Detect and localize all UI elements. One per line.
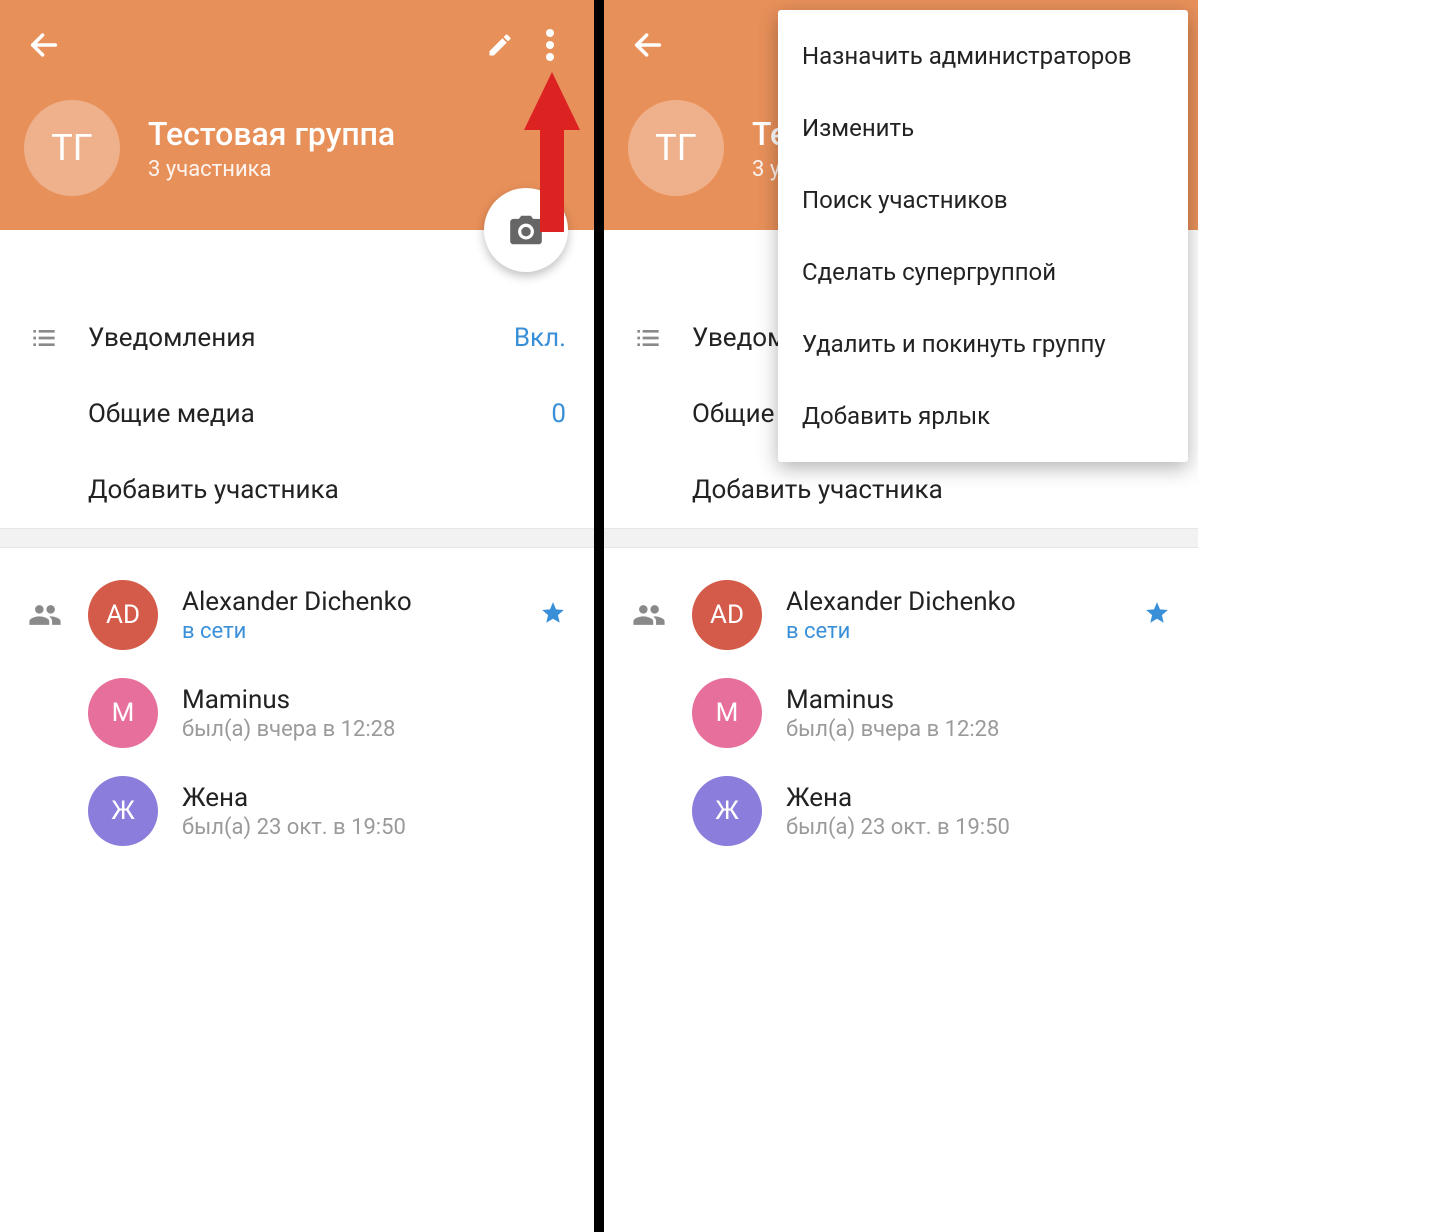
menu-item[interactable]: Сделать супергруппой xyxy=(778,236,1188,308)
camera-icon xyxy=(507,211,545,249)
edit-button[interactable] xyxy=(480,25,520,65)
member-row[interactable]: Ж Женабыл(а) 23 окт. в 19:50 xyxy=(0,762,594,860)
add-member-label: Добавить участника xyxy=(88,475,566,505)
member-avatar: М xyxy=(692,678,762,748)
more-vert-icon xyxy=(546,29,554,61)
group-avatar-initials: ТГ xyxy=(51,127,93,169)
toolbar xyxy=(24,20,570,70)
camera-fab[interactable] xyxy=(484,188,568,272)
member-status: был(а) 23 окт. в 19:50 xyxy=(786,815,1170,840)
member-avatar: AD xyxy=(88,580,158,650)
row-add-member[interactable]: Добавить участника xyxy=(604,452,1198,528)
members-section: ADAlexander Dichenkoв сетиМMaminusбыл(а)… xyxy=(604,548,1198,860)
overflow-menu: Назначить администраторовИзменитьПоиск у… xyxy=(778,10,1188,462)
group-avatar[interactable]: ТГ xyxy=(628,100,724,196)
member-status: был(а) вчера в 12:28 xyxy=(182,717,566,742)
member-status: в сети xyxy=(182,619,540,644)
notifications-value: Вкл. xyxy=(514,323,566,353)
row-add-member[interactable]: Добавить участника xyxy=(0,452,594,528)
member-info: Женабыл(а) 23 окт. в 19:50 xyxy=(182,783,566,840)
member-status: был(а) вчера в 12:28 xyxy=(786,717,1170,742)
group-title: Тестовая группа xyxy=(148,115,395,153)
back-button[interactable] xyxy=(628,25,668,65)
member-info: Alexander Dichenkoв сети xyxy=(182,587,540,644)
header: ТГ Тестовая группа 3 участника xyxy=(0,0,594,230)
member-row[interactable]: AD Alexander Dichenkoв сети xyxy=(604,566,1198,664)
section-divider xyxy=(0,528,594,548)
group-header-row: ТГ Тестовая группа 3 участника xyxy=(24,100,570,196)
group-avatar-initials: ТГ xyxy=(655,127,697,169)
shared-media-label: Общие медиа xyxy=(88,399,551,429)
page-padding xyxy=(1198,0,1450,1232)
list-icon xyxy=(632,322,692,354)
arrow-back-icon xyxy=(27,28,61,62)
add-member-label: Добавить участника xyxy=(692,475,1170,505)
member-row[interactable]: Ж Женабыл(а) 23 окт. в 19:50 xyxy=(604,762,1198,860)
section-divider xyxy=(604,528,1198,548)
member-info: Alexander Dichenkoв сети xyxy=(786,587,1144,644)
member-name: Жена xyxy=(786,783,1170,813)
row-notifications[interactable]: Уведомления Вкл. xyxy=(0,300,594,376)
member-status: был(а) 23 окт. в 19:50 xyxy=(182,815,566,840)
menu-item[interactable]: Добавить ярлык xyxy=(778,380,1188,452)
member-name: Alexander Dichenko xyxy=(786,587,1144,617)
menu-item[interactable]: Изменить xyxy=(778,92,1188,164)
member-name: Alexander Dichenko xyxy=(182,587,540,617)
menu-item[interactable]: Поиск участников xyxy=(778,164,1188,236)
screen-group-info: ТГ Тестовая группа 3 участника Уведомлен… xyxy=(0,0,594,1008)
arrow-back-icon xyxy=(631,28,665,62)
member-name: Maminus xyxy=(182,685,566,715)
group-avatar[interactable]: ТГ xyxy=(24,100,120,196)
member-info: Maminusбыл(а) вчера в 12:28 xyxy=(182,685,566,742)
pencil-icon xyxy=(486,31,514,59)
member-avatar: Ж xyxy=(692,776,762,846)
members-icon xyxy=(632,598,692,632)
member-row[interactable]: AD Alexander Dichenkoв сети xyxy=(0,566,594,664)
content: Уведомления Вкл. Общие медиа 0 Добавить … xyxy=(0,230,594,528)
more-menu-button[interactable] xyxy=(530,25,570,65)
member-avatar: М xyxy=(88,678,158,748)
menu-item[interactable]: Удалить и покинуть группу xyxy=(778,308,1188,380)
menu-item[interactable]: Назначить администраторов xyxy=(778,20,1188,92)
member-status: в сети xyxy=(786,619,1144,644)
notifications-label: Уведомления xyxy=(88,323,514,353)
member-name: Maminus xyxy=(786,685,1170,715)
row-shared-media[interactable]: Общие медиа 0 xyxy=(0,376,594,452)
list-icon xyxy=(28,322,88,354)
group-header-text: Тестовая группа 3 участника xyxy=(148,115,395,182)
star-icon xyxy=(1144,600,1170,630)
member-row[interactable]: М Maminusбыл(а) вчера в 12:28 xyxy=(0,664,594,762)
member-row[interactable]: М Maminusбыл(а) вчера в 12:28 xyxy=(604,664,1198,762)
members-icon xyxy=(28,598,88,632)
shared-media-value: 0 xyxy=(551,399,566,429)
star-icon xyxy=(540,600,566,630)
member-info: Maminusбыл(а) вчера в 12:28 xyxy=(786,685,1170,742)
member-name: Жена xyxy=(182,783,566,813)
screen-group-info-menu-open: ТГ Тестовая группа 3 участника Уведомлен… xyxy=(604,0,1198,1008)
screenshot-divider xyxy=(594,0,604,1232)
member-avatar: AD xyxy=(692,580,762,650)
members-section: ADAlexander Dichenkoв сетиМMaminusбыл(а)… xyxy=(0,548,594,860)
group-subtitle: 3 участника xyxy=(148,157,395,182)
member-avatar: Ж xyxy=(88,776,158,846)
back-button[interactable] xyxy=(24,25,64,65)
member-info: Женабыл(а) 23 окт. в 19:50 xyxy=(786,783,1170,840)
